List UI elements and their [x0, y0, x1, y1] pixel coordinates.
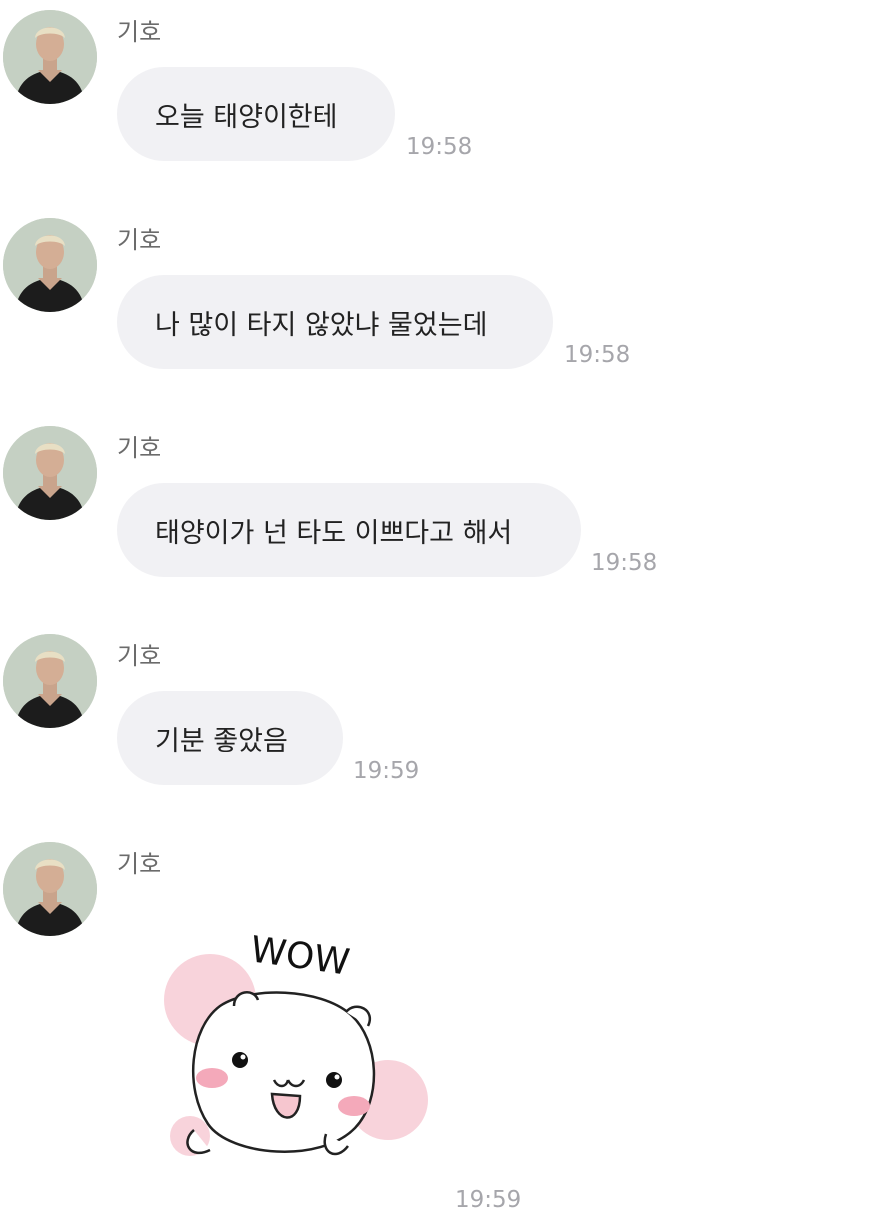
message-bubble[interactable]: 나 많이 타지 않았냐 물었는데 — [117, 275, 553, 369]
sender-name: 기호 — [117, 18, 162, 46]
avatar[interactable] — [3, 426, 97, 520]
message-time: 19:58 — [406, 134, 473, 160]
avatar[interactable] — [3, 218, 97, 312]
chat-log: 기호 오늘 태양이한테 19:58 기호 나 많이 타지 않았냐 물었는데 19… — [0, 0, 893, 1213]
message-bubble[interactable]: 태양이가 넌 타도 이쁘다고 해서 — [117, 483, 581, 577]
avatar[interactable] — [3, 634, 97, 728]
sticker-wow-text: WOW — [248, 929, 352, 983]
avatar-icon — [3, 634, 97, 728]
sender-name: 기호 — [117, 642, 162, 670]
avatar-icon — [3, 842, 97, 936]
message-time: 19:58 — [564, 342, 631, 368]
sender-name: 기호 — [117, 850, 162, 878]
avatar-icon — [3, 10, 97, 104]
sender-name: 기호 — [117, 226, 162, 254]
avatar[interactable] — [3, 842, 97, 936]
avatar-icon — [3, 218, 97, 312]
avatar-icon — [3, 426, 97, 520]
message-bubble[interactable]: 기분 좋았음 — [117, 691, 343, 785]
avatar[interactable] — [3, 10, 97, 104]
message-time: 19:58 — [591, 550, 658, 576]
sender-name: 기호 — [117, 434, 162, 462]
wow-bear-sticker-icon[interactable]: WOW — [150, 928, 450, 1190]
message-time: 19:59 — [353, 758, 420, 784]
message-time: 19:59 — [455, 1187, 522, 1213]
message-bubble[interactable]: 오늘 태양이한테 — [117, 67, 395, 161]
